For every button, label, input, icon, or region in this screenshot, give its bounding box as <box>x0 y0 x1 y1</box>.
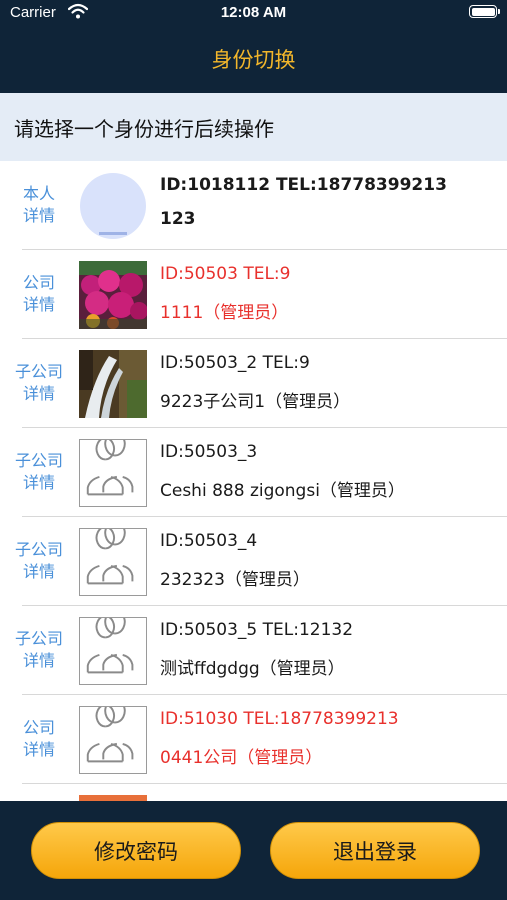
users-placeholder-icon <box>79 528 147 596</box>
instruction-text: 请选择一个身份进行后续操作 <box>14 117 274 141</box>
identity-row-subsidiary[interactable]: 子公司 详情 ID:50503_4 232323（管理员） <box>0 517 507 606</box>
identity-name: 测试ffdgdgg（管理员） <box>160 659 345 679</box>
identity-id-tel: ID:1018112 TEL:18778399213 <box>160 175 447 195</box>
identity-row-company[interactable]: 公司 详情 ID:50503 TEL:9 1111（管理员） <box>0 250 507 339</box>
detail-link[interactable]: 本人 详情 <box>0 161 78 249</box>
page-title: 身份切换 <box>211 48 296 72</box>
identity-row-subsidiary[interactable]: 子公司 详情 ID:50503_2 TEL:9 9223子公司1（管理员） <box>0 339 507 428</box>
identity-row-company[interactable]: 公司 详情 ID:51030 TEL:18778399213 0441公司（管理员… <box>0 695 507 784</box>
detail-link[interactable]: 子公司 详情 <box>0 606 78 694</box>
identity-id-tel: ID:50503_2 TEL:9 <box>160 353 310 373</box>
identity-id-tel: ID:51030 TEL:18778399213 <box>160 709 399 729</box>
detail-link[interactable]: 公司 详情 <box>0 695 78 783</box>
identity-id-tel: ID:50503_4 <box>160 531 258 551</box>
instruction-banner: 请选择一个身份进行后续操作 <box>0 93 507 161</box>
subsidiary-thumbnail-waterfall <box>79 350 147 418</box>
identity-name: 0441公司（管理员） <box>160 748 323 768</box>
identity-id-tel: ID:50503 TEL:9 <box>160 264 291 284</box>
identity-id-tel: ID:50503_5 TEL:12132 <box>160 620 354 640</box>
users-placeholder-icon <box>79 439 147 507</box>
bottom-bar: 修改密码 退出登录 <box>0 801 507 900</box>
change-password-button[interactable]: 修改密码 <box>31 822 241 879</box>
identity-row-self[interactable]: 本人 详情 ID:1018112 TEL:18778399213 123 <box>0 161 507 250</box>
top-bar: Carrier 12:08 AM 身份切换 <box>0 0 507 93</box>
detail-link[interactable]: 子公司 详情 <box>0 517 78 605</box>
identity-row-subsidiary[interactable]: 子公司 详情 ID:50503_3 Ceshi 888 zigongsi（管理员） <box>0 428 507 517</box>
identity-name: Ceshi 888 zigongsi（管理员） <box>160 481 405 501</box>
battery-icon <box>469 5 500 18</box>
identity-name: 123 <box>160 209 196 229</box>
users-placeholder-icon <box>79 617 147 685</box>
identity-list[interactable]: 本人 详情 ID:1018112 TEL:18778399213 123 公司 详情… <box>0 161 507 801</box>
logout-button[interactable]: 退出登录 <box>270 822 480 879</box>
identity-name: 1111（管理员） <box>160 303 289 323</box>
status-bar: Carrier 12:08 AM <box>0 0 507 26</box>
detail-link[interactable]: 子公司 详情 <box>0 428 78 516</box>
avatar <box>80 173 146 239</box>
identity-row-partial[interactable] <box>0 784 507 801</box>
detail-link[interactable]: 公司 详情 <box>0 250 78 338</box>
identity-name: 232323（管理员） <box>160 570 310 590</box>
identity-row-subsidiary[interactable]: 子公司 详情 ID:50503_5 TEL:12132 测试ffdgdgg（管理员… <box>0 606 507 695</box>
company-thumbnail-flowers <box>79 261 147 329</box>
clock: 12:08 AM <box>220 4 287 21</box>
identity-name: 9223子公司1（管理员） <box>160 392 351 412</box>
identity-id-tel: ID:50503_3 <box>160 442 258 462</box>
users-placeholder-icon <box>79 706 147 774</box>
detail-link[interactable]: 子公司 详情 <box>0 339 78 427</box>
